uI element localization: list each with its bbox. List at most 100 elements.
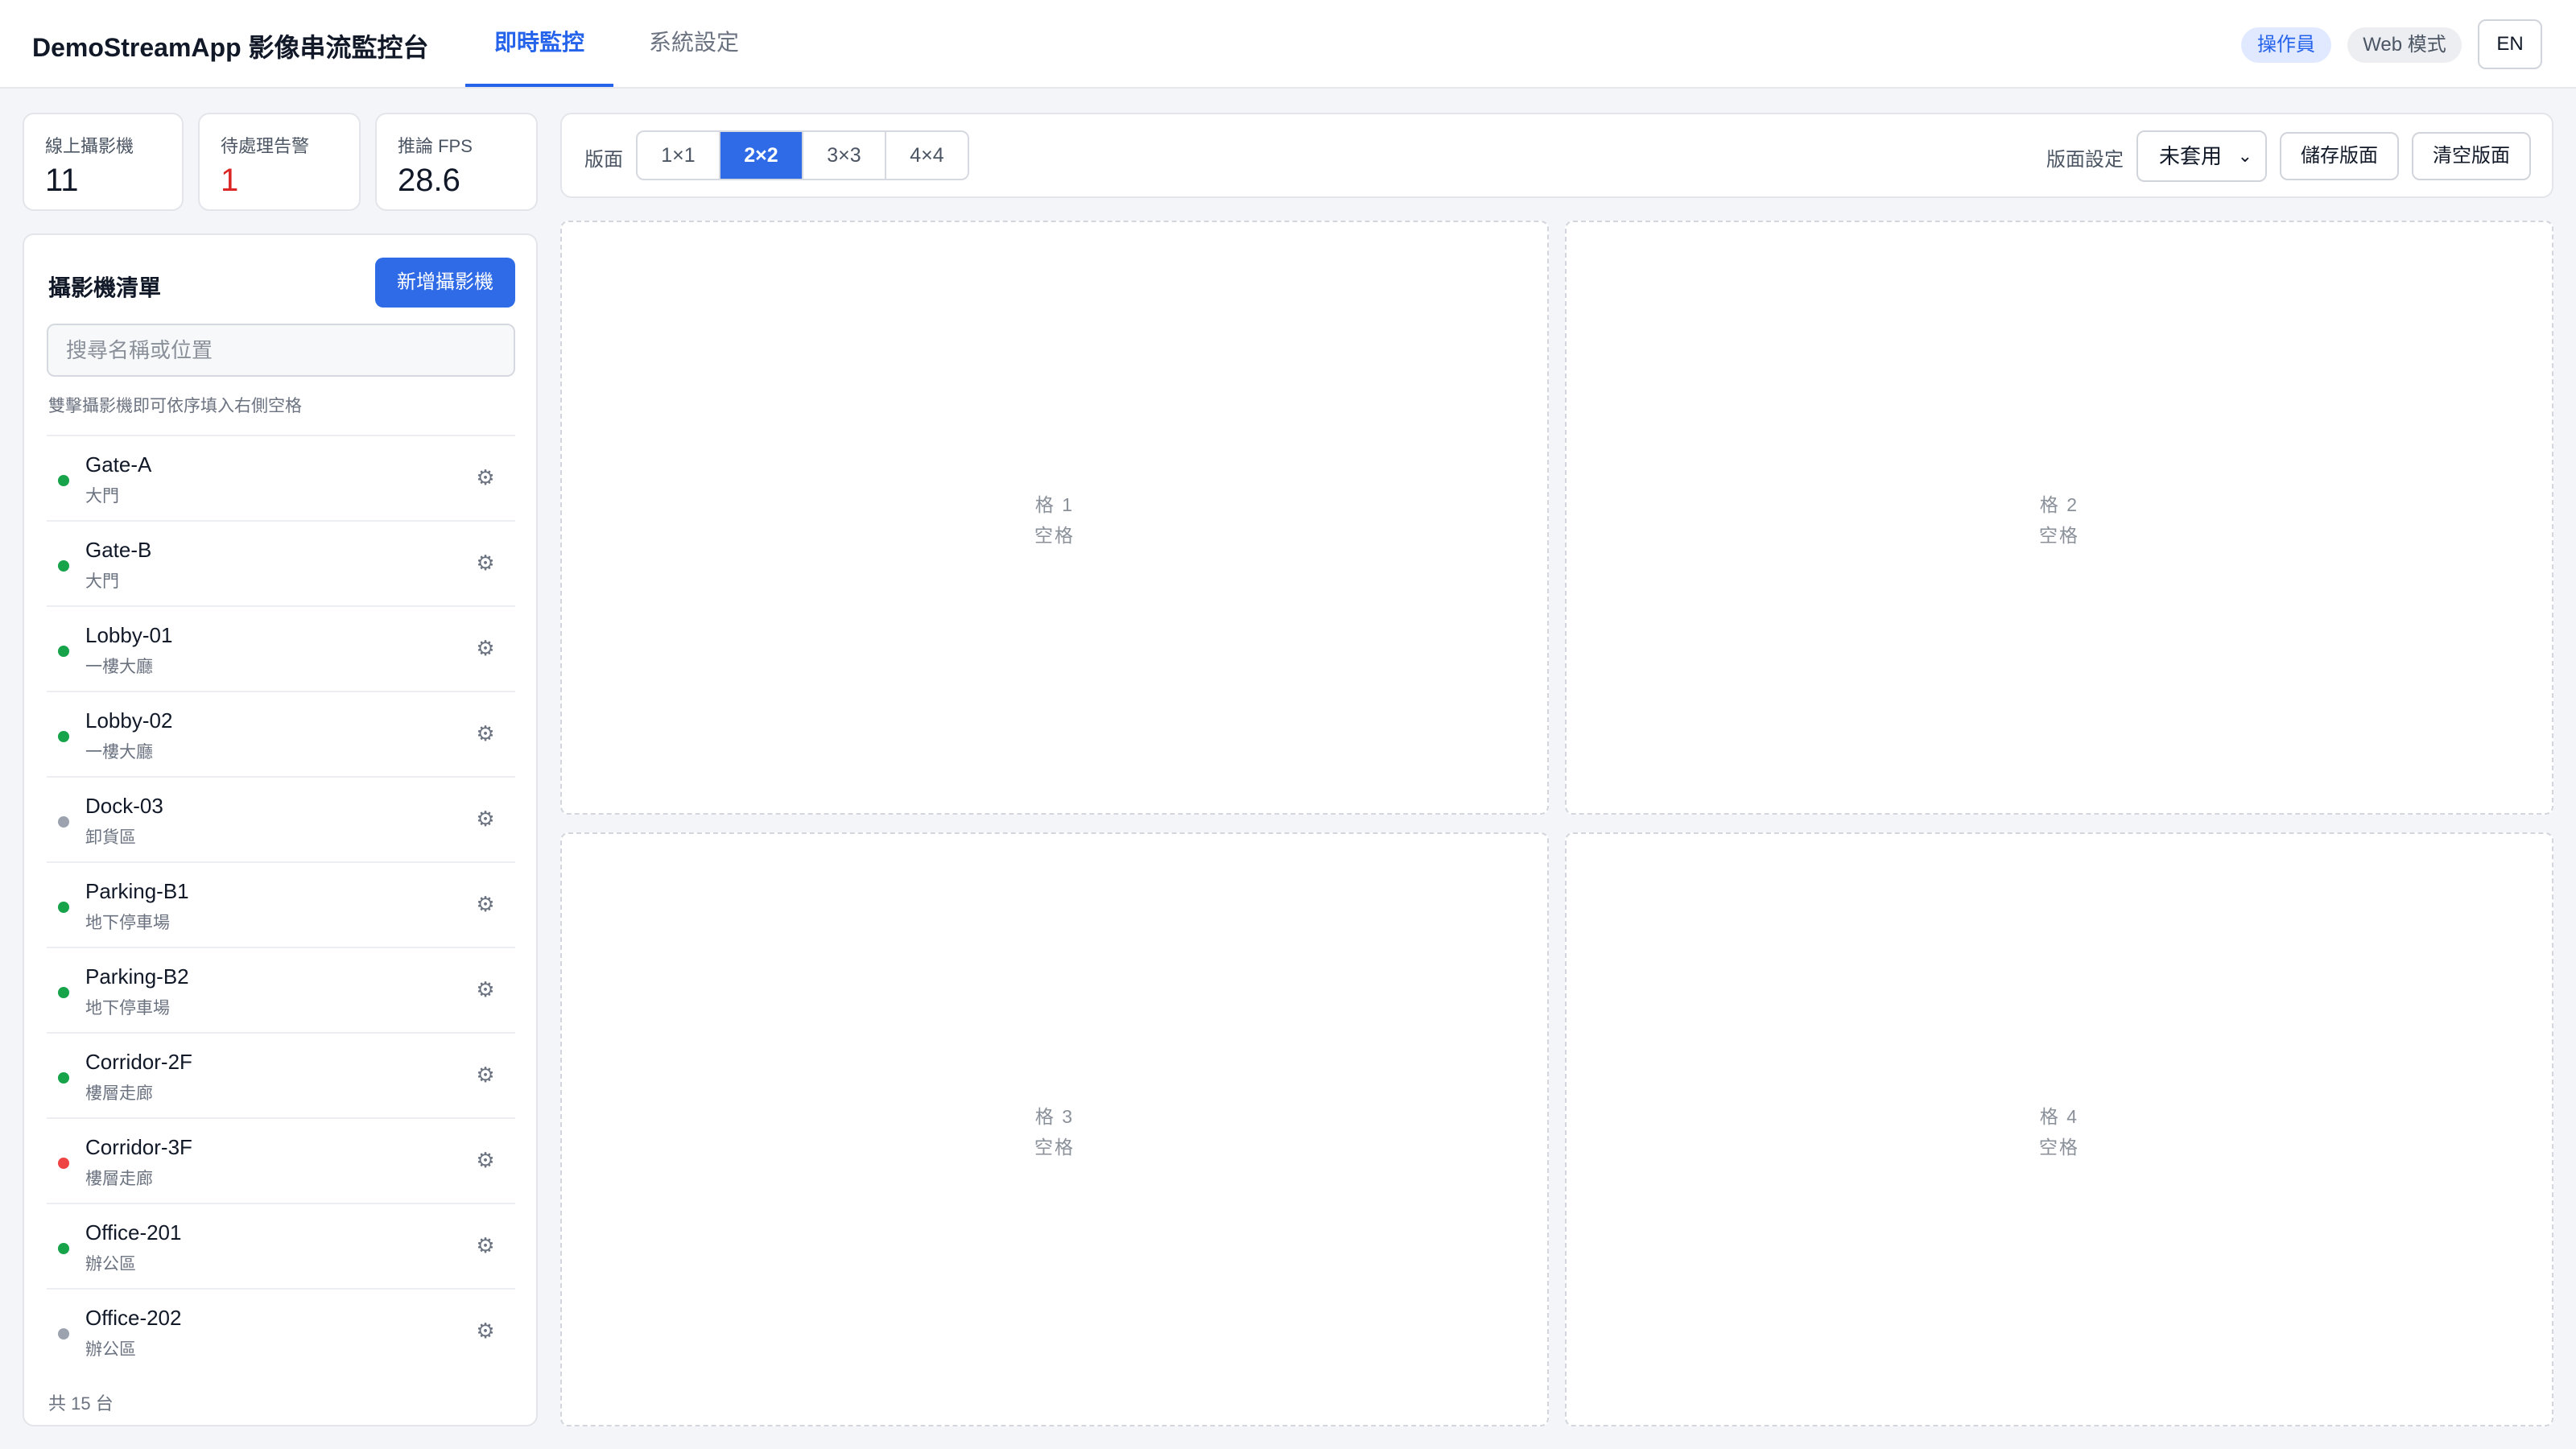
camera-list-panel: 攝影機清單 新增攝影機 雙擊攝影機即可依序填入右側空格 Gate-A大門⚙Gat… [23, 233, 538, 1426]
gear-icon[interactable]: ⚙ [473, 551, 497, 575]
camera-total-count: 共 15 台 [48, 1393, 114, 1414]
role-badge: 操作員 [2241, 27, 2331, 63]
layout-option-4x4[interactable]: 4×4 [886, 132, 968, 179]
gear-icon[interactable]: ⚙ [473, 721, 497, 745]
camera-list: Gate-A 大門 ⚙ Gate-B 大門 ⚙ Lobby-01 一樓大廳 ⚙ Lobby-02 一… [47, 435, 515, 1373]
stat-value: 11 [45, 163, 79, 198]
mode-badge: Web 模式 [2347, 27, 2462, 63]
camera-location: 樓層走廊 [85, 1170, 153, 1188]
camera-name: Office-201 [85, 1220, 182, 1245]
stat-value: 28.6 [398, 163, 460, 198]
gear-icon[interactable]: ⚙ [473, 1319, 497, 1343]
status-dot-icon [58, 1328, 69, 1340]
camera-list-title: 攝影機清單 [48, 275, 162, 300]
language-toggle-button[interactable]: EN [2478, 19, 2542, 69]
camera-location: 大門 [85, 572, 119, 591]
camera-list-item[interactable]: Corridor-2F 樓層走廊 ⚙ [47, 1032, 515, 1117]
camera-name: Corridor-3F [85, 1135, 192, 1159]
cell-label: 格 3 [1034, 1106, 1075, 1127]
camera-location: 卸貨區 [85, 828, 136, 847]
camera-location: 一樓大廳 [85, 743, 153, 762]
gear-icon[interactable]: ⚙ [473, 1063, 497, 1087]
chevron-down-icon: ⌄ [2237, 146, 2252, 166]
layout-toolbar: 版面 1×1 2×2 3×3 4×4 版面設定 未套用 ⌄ 儲存版面 清空版面 [560, 113, 2553, 198]
camera-name: Parking-B1 [85, 879, 189, 903]
camera-location: 樓層走廊 [85, 1084, 153, 1103]
stat-card-inference-fps: 推論 FPS 28.6 [375, 113, 538, 211]
gear-icon[interactable]: ⚙ [473, 807, 497, 831]
tab-system-settings[interactable]: 系統設定 [628, 0, 760, 87]
status-dot-icon [58, 1243, 69, 1254]
camera-name: Corridor-2F [85, 1050, 192, 1074]
layout-preset-label: 版面設定 [2046, 149, 2124, 171]
camera-location: 辦公區 [85, 1340, 136, 1359]
tab-live-monitor[interactable]: 即時監控 [465, 0, 613, 87]
gear-icon[interactable]: ⚙ [473, 892, 497, 916]
status-dot-icon [58, 902, 69, 913]
gear-icon[interactable]: ⚙ [473, 636, 497, 660]
camera-list-item[interactable]: Lobby-01 一樓大廳 ⚙ [47, 605, 515, 691]
gear-icon[interactable]: ⚙ [473, 1233, 497, 1257]
status-dot-icon [58, 987, 69, 998]
status-dot-icon [58, 646, 69, 657]
save-layout-button[interactable]: 儲存版面 [2280, 132, 2399, 180]
status-dot-icon [58, 1158, 69, 1169]
stat-value: 1 [221, 163, 239, 198]
layout-segmented-control: 1×1 2×2 3×3 4×4 [636, 130, 969, 180]
camera-name: Gate-B [85, 538, 152, 562]
cell-status: 空格 [2039, 1137, 2079, 1158]
camera-name: Gate-A [85, 452, 152, 477]
layout-option-1x1[interactable]: 1×1 [638, 132, 720, 179]
status-dot-icon [58, 560, 69, 572]
camera-list-item[interactable]: Parking-B1 地下停車場 ⚙ [47, 861, 515, 947]
gear-icon[interactable]: ⚙ [473, 465, 497, 489]
status-dot-icon [58, 475, 69, 486]
gear-icon[interactable]: ⚙ [473, 1148, 497, 1172]
grid-cell-3[interactable]: 格 3 空格 [560, 832, 1549, 1426]
camera-search-input[interactable] [47, 324, 515, 377]
camera-location: 地下停車場 [85, 914, 170, 932]
clear-layout-button[interactable]: 清空版面 [2412, 132, 2531, 180]
camera-name: Parking-B2 [85, 964, 189, 989]
camera-list-item[interactable]: Parking-B2 地下停車場 ⚙ [47, 947, 515, 1032]
cell-status: 空格 [2039, 525, 2079, 546]
status-dot-icon [58, 731, 69, 742]
stat-label: 待處理告警 [221, 136, 310, 156]
camera-name: Dock-03 [85, 794, 163, 818]
grid-cell-2[interactable]: 格 2 空格 [1565, 221, 2553, 815]
camera-list-item[interactable]: Lobby-02 一樓大廳 ⚙ [47, 691, 515, 776]
camera-list-hint: 雙擊攝影機即可依序填入右側空格 [48, 397, 302, 415]
cell-status: 空格 [1034, 1137, 1075, 1158]
top-bar: DemoStreamApp 影像串流監控台 即時監控 系統設定 操作員 Web … [0, 0, 2576, 89]
camera-name: Office-202 [85, 1306, 182, 1330]
cell-label: 格 1 [1034, 494, 1075, 515]
status-dot-icon [58, 816, 69, 828]
cell-status: 空格 [1034, 525, 1075, 546]
stat-label: 推論 FPS [398, 136, 473, 156]
cell-label: 格 2 [2039, 494, 2079, 515]
layout-option-2x2[interactable]: 2×2 [720, 132, 803, 179]
grid-cell-1[interactable]: 格 1 空格 [560, 221, 1549, 815]
camera-location: 一樓大廳 [85, 658, 153, 676]
stat-card-online-cameras: 線上攝影機 11 [23, 113, 184, 211]
stat-card-pending-alerts: 待處理告警 1 [198, 113, 361, 211]
status-dot-icon [58, 1072, 69, 1084]
gear-icon[interactable]: ⚙ [473, 977, 497, 1001]
camera-location: 地下停車場 [85, 999, 170, 1018]
grid-cell-4[interactable]: 格 4 空格 [1565, 832, 2553, 1426]
camera-location: 辦公區 [85, 1255, 136, 1274]
layout-preset-select[interactable]: 未套用 ⌄ [2136, 130, 2267, 182]
stat-label: 線上攝影機 [45, 136, 134, 156]
layout-label: 版面 [584, 149, 623, 171]
camera-list-item[interactable]: Office-202 辦公區 ⚙ [47, 1288, 515, 1373]
camera-list-item[interactable]: Dock-03 卸貨區 ⚙ [47, 776, 515, 861]
layout-option-3x3[interactable]: 3×3 [803, 132, 886, 179]
camera-list-item[interactable]: Corridor-3F 樓層走廊 ⚙ [47, 1117, 515, 1203]
camera-list-item[interactable]: Gate-A 大門 ⚙ [47, 435, 515, 520]
camera-list-item[interactable]: Office-201 辦公區 ⚙ [47, 1203, 515, 1288]
add-camera-button[interactable]: 新增攝影機 [375, 258, 515, 308]
camera-list-item[interactable]: Gate-B 大門 ⚙ [47, 520, 515, 605]
layout-preset-value: 未套用 [2159, 144, 2223, 168]
camera-name: Lobby-01 [85, 623, 173, 647]
camera-location: 大門 [85, 487, 119, 506]
